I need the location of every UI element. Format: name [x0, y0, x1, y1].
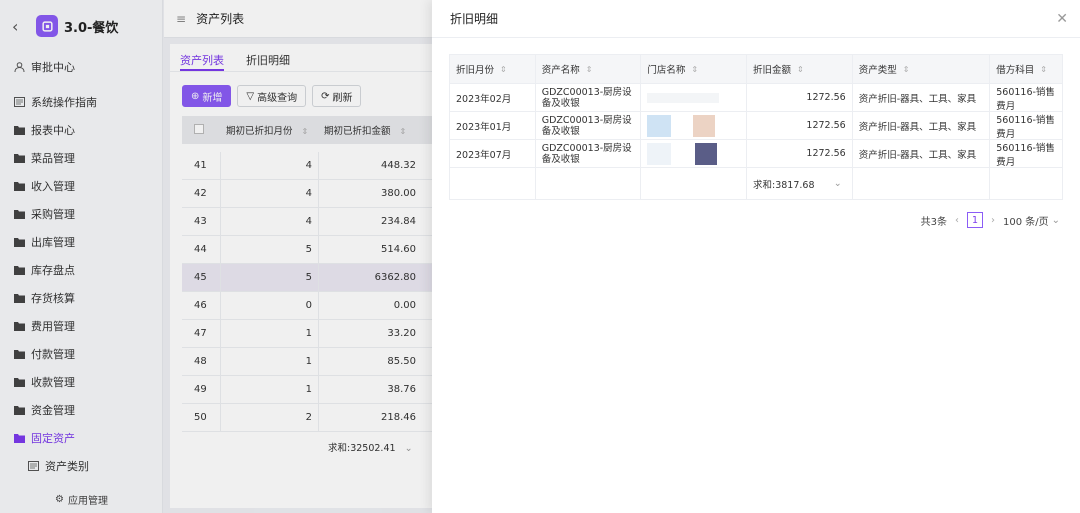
col-header-asset-name[interactable]: 资产名称 ⇕: [536, 55, 642, 83]
cell-debit: 560116-销售费月: [996, 142, 1055, 168]
drawer-title: 折旧明细: [450, 12, 499, 26]
sort-icon[interactable]: ⇕: [1040, 65, 1047, 74]
sum-cell[interactable]: 求和:3817.68 ⌄: [747, 168, 853, 199]
sort-icon[interactable]: ⇕: [586, 65, 593, 74]
table-sum-row: 求和:3817.68 ⌄: [450, 167, 1062, 199]
cell-amount: 1272.56: [747, 140, 853, 167]
cell-month: 2023年07月: [450, 140, 536, 167]
cell-amount: 1272.56: [747, 84, 853, 111]
table-header: 折旧月份 ⇕ 资产名称 ⇕ 门店名称 ⇕ 折旧金额 ⇕ 资产类型 ⇕ 借方科目 ⇕: [450, 55, 1062, 83]
sort-icon[interactable]: ⇕: [500, 65, 507, 74]
col-header-asset-type[interactable]: 资产类型 ⇕: [853, 55, 991, 83]
total-count: 共3条: [920, 216, 947, 228]
cell-type: 资产折旧-器具、工具、家具: [853, 112, 991, 139]
cell-month: 2023年01月: [450, 112, 536, 139]
col-header-month[interactable]: 折旧月份 ⇕: [450, 55, 536, 83]
cell-name: GDZC00013-厨房设备及收银: [536, 112, 642, 139]
sort-icon[interactable]: ⇕: [903, 65, 910, 74]
cell-store: [641, 112, 748, 139]
page-number[interactable]: 1: [966, 212, 983, 228]
prev-page-icon[interactable]: ‹: [955, 215, 959, 226]
cell-type: 资产折旧-器具、工具、家具: [853, 140, 991, 167]
cell-debit: 560116-销售费月: [996, 86, 1055, 112]
cell-store: [641, 140, 748, 167]
col-header-store-name[interactable]: 门店名称 ⇕: [641, 55, 748, 83]
modal-overlay[interactable]: [0, 0, 432, 513]
table-row[interactable]: 2023年01月 GDZC00013-厨房设备及收银 1272.56 资产折旧-器具、…: [450, 111, 1062, 139]
cell-amount: 1272.56: [747, 112, 853, 139]
cell-month: 2023年02月: [450, 84, 536, 111]
cell-type: 资产折旧-器具、工具、家具: [853, 84, 991, 111]
table-row[interactable]: 2023年07月 GDZC00013-厨房设备及收银 1272.56 资产折旧-器具、…: [450, 139, 1062, 167]
col-header-amount[interactable]: 折旧金额 ⇕: [747, 55, 853, 83]
depreciation-table: 折旧月份 ⇕ 资产名称 ⇕ 门店名称 ⇕ 折旧金额 ⇕ 资产类型 ⇕ 借方科目 ⇕ 2023…: [449, 54, 1063, 200]
page-size-select[interactable]: 100 条/页 ⌄: [1003, 213, 1060, 228]
sort-icon[interactable]: ⇕: [797, 65, 804, 74]
pagination: 共3条 ‹ 1 › 100 条/页 ⌄: [921, 212, 1060, 228]
next-page-icon[interactable]: ›: [991, 215, 995, 226]
cell-name: GDZC00013-厨房设备及收银: [536, 140, 642, 167]
sort-icon[interactable]: ⇕: [691, 65, 698, 74]
chevron-down-icon: ⌄: [833, 178, 842, 189]
table-row[interactable]: 2023年02月 GDZC00013-厨房设备及收银 1272.56 资产折旧-器具、…: [450, 83, 1062, 111]
drawer-header: 折旧明细 ✕: [432, 0, 1080, 38]
col-header-debit[interactable]: 借方科目 ⇕: [990, 55, 1062, 83]
chevron-down-icon: ⌄: [1051, 214, 1060, 226]
close-icon[interactable]: ✕: [1056, 11, 1068, 27]
cell-name: GDZC00013-厨房设备及收银: [536, 84, 642, 111]
cell-store: [641, 84, 748, 111]
depreciation-drawer: 折旧明细 ✕ 折旧月份 ⇕ 资产名称 ⇕ 门店名称 ⇕ 折旧金额 ⇕ 资产类型 ⇕ 借方科…: [432, 0, 1080, 513]
cell-debit: 560116-销售费月: [996, 114, 1055, 140]
